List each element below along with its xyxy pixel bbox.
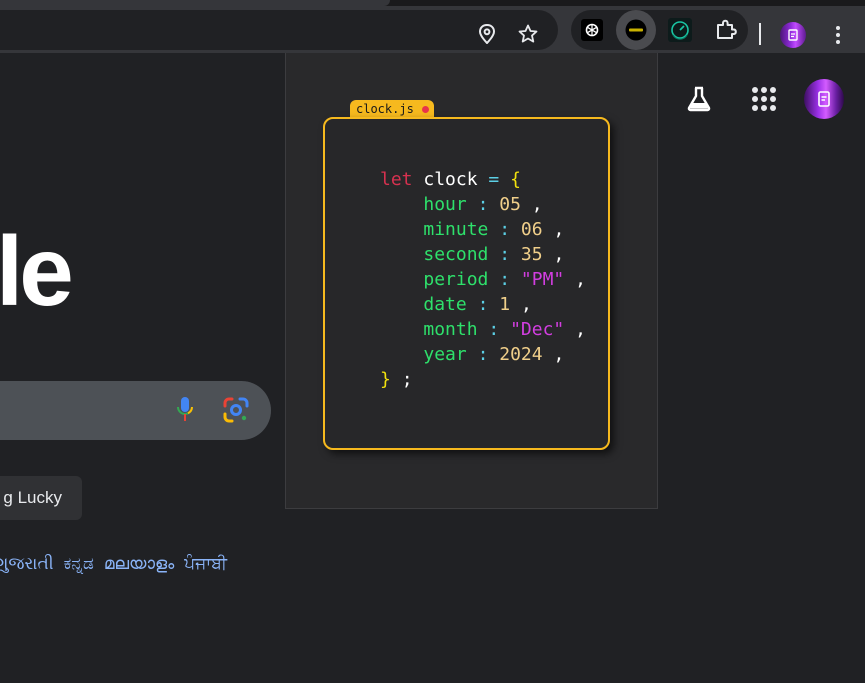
- code-value-month: "Dec": [510, 319, 565, 340]
- code-value-minute: 06: [520, 219, 543, 240]
- code-key-period: period: [423, 269, 489, 290]
- language-links: ગુજરાતી ಕನ್ನಡ മലയാളം ਪੰਜਾਬੀ: [0, 554, 227, 574]
- google-lens-icon[interactable]: [223, 397, 249, 428]
- code-keyword: let: [380, 169, 413, 190]
- code-key-minute: minute: [423, 219, 489, 240]
- file-tab: clock.js: [350, 100, 434, 118]
- code-key-month: month: [423, 319, 478, 340]
- code-value-second: 35: [520, 244, 543, 265]
- code-key-date: date: [423, 294, 467, 315]
- browser-menu-icon[interactable]: [830, 24, 846, 46]
- labs-flask-icon[interactable]: [686, 86, 712, 117]
- microphone-icon[interactable]: [175, 396, 195, 427]
- clock-extension-icon[interactable]: [616, 10, 656, 50]
- toolbar-separator: [759, 23, 761, 45]
- code-key-year: year: [423, 344, 467, 365]
- code-variable: clock: [423, 169, 478, 190]
- code-value-year: 2024: [499, 344, 543, 365]
- code-value-hour: 05: [499, 194, 521, 215]
- profile-avatar[interactable]: [780, 22, 806, 48]
- code-key-hour: hour: [423, 194, 467, 215]
- unsaved-dot-icon: [421, 106, 429, 113]
- code-operator: =: [488, 169, 500, 190]
- code-block: let clock = { hour : 05 , minute : 06 , …: [380, 169, 586, 390]
- puzzle-icon[interactable]: [713, 17, 739, 43]
- code-semicolon: ;: [401, 369, 413, 390]
- extensions-tray: [571, 10, 748, 50]
- google-apps-icon[interactable]: [752, 87, 776, 111]
- google-logo-fragment: le: [0, 216, 74, 326]
- language-link[interactable]: ಕನ್ನಡ: [64, 554, 94, 574]
- star-icon[interactable]: [517, 23, 539, 45]
- browser-toolbar: [0, 6, 865, 53]
- language-link[interactable]: ગુજરાતી: [0, 554, 54, 574]
- address-bar[interactable]: [0, 10, 558, 50]
- file-tab-label: clock.js: [356, 102, 414, 116]
- feeling-lucky-button[interactable]: g Lucky: [0, 476, 82, 520]
- speedometer-icon[interactable]: [667, 17, 693, 43]
- code-open-brace: {: [510, 169, 521, 190]
- code-close-brace: }: [380, 369, 391, 390]
- code-value-period: "PM": [520, 269, 565, 290]
- language-link[interactable]: മലയാളം: [104, 554, 174, 574]
- chatgpt-icon[interactable]: [579, 17, 605, 43]
- account-avatar[interactable]: [804, 79, 844, 119]
- code-card: let clock = { hour : 05 , minute : 06 , …: [323, 117, 610, 450]
- clock-extension-popup: clock.js let clock = { hour : 05 , minut…: [285, 53, 658, 509]
- code-value-date: 1: [499, 294, 511, 315]
- location-pin-icon[interactable]: [476, 23, 498, 45]
- language-link[interactable]: ਪੰਜਾਬੀ: [184, 554, 227, 574]
- code-key-second: second: [423, 244, 489, 265]
